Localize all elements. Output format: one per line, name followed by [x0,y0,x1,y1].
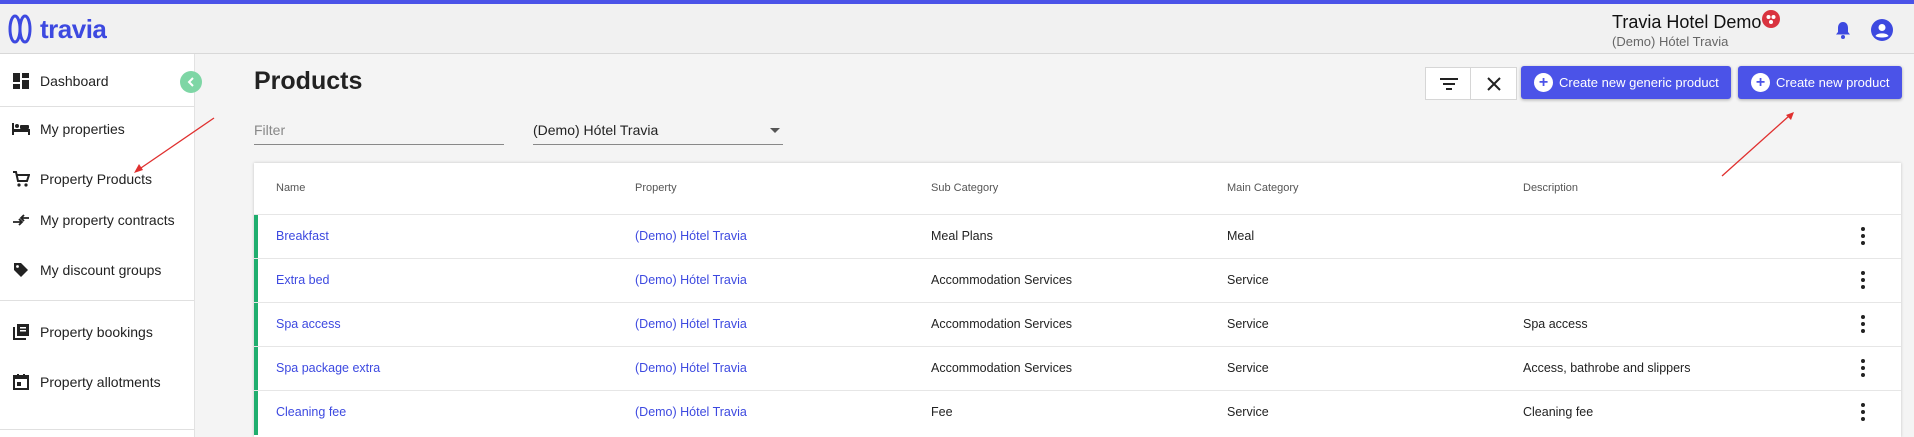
product-name-link[interactable]: Breakfast [276,229,329,243]
sidebar-item-dashboard[interactable]: Dashboard [0,66,194,96]
sidebar: Dashboard My properties Property Product… [0,54,195,437]
account-icon[interactable] [1870,18,1894,42]
products-table: Name Property Sub Category Main Category… [254,163,1901,437]
sidebar-item-property-contracts[interactable]: My property contracts [0,205,194,235]
table-row[interactable]: Spa access (Demo) Hótel Travia Accommoda… [254,302,1901,347]
tag-icon [11,260,31,280]
sub-category-cell: Accommodation Services [931,317,1073,331]
column-header-main-category[interactable]: Main Category [1227,182,1299,194]
logo-text: travia [40,13,107,44]
bell-icon[interactable] [1833,20,1853,40]
description-cell: Access, bathrobe and slippers [1523,361,1691,375]
sidebar-item-property-bookings[interactable]: Property bookings [0,317,194,347]
table-row[interactable]: Cleaning fee (Demo) Hótel Travia Fee Ser… [254,390,1901,435]
swap-icon [11,210,31,230]
column-header-description[interactable]: Description [1523,182,1578,194]
sidebar-item-property-products[interactable]: Property Products [0,164,194,194]
property-link[interactable]: (Demo) Hótel Travia [635,361,747,375]
filter-placeholder: Filter [254,122,286,138]
property-link[interactable]: (Demo) Hótel Travia [635,229,747,243]
property-select[interactable]: (Demo) Hótel Travia [533,118,783,145]
row-accent [254,215,258,259]
more-vert-icon[interactable] [1860,359,1866,377]
chevron-left-icon [187,77,194,87]
hotel-name: Travia Hotel Demo [1612,12,1762,32]
row-accent [254,259,258,303]
travia-logo-icon [8,14,32,44]
product-name-link[interactable]: Spa access [276,317,341,331]
table-row[interactable]: Spa package extra (Demo) Hótel Travia Ac… [254,346,1901,391]
product-name-link[interactable]: Spa package extra [276,361,380,375]
calendar-icon [11,372,31,392]
add-circle-icon: + [1534,73,1553,92]
sub-category-cell: Meal Plans [931,229,993,243]
sub-category-cell: Accommodation Services [931,361,1073,375]
sidebar-item-my-properties[interactable]: My properties [0,114,194,144]
more-vert-icon[interactable] [1860,227,1866,245]
sidebar-item-label: My properties [40,121,125,137]
hotel-badge-icon [1762,10,1780,28]
create-product-button[interactable]: + Create new product [1738,66,1902,99]
main-category-cell: Service [1227,317,1269,331]
create-product-label: Create new product [1776,75,1890,90]
main-category-cell: Service [1227,405,1269,419]
sidebar-divider [0,300,194,301]
library-icon [11,322,31,342]
close-icon [1486,76,1501,91]
sidebar-item-label: Property bookings [40,324,153,340]
filter-list-icon [1439,77,1458,90]
column-header-sub-category[interactable]: Sub Category [931,182,998,194]
product-name-link[interactable]: Extra bed [276,273,330,287]
table-row[interactable]: Breakfast (Demo) Hótel Travia Meal Plans… [254,214,1901,259]
sub-category-cell: Accommodation Services [931,273,1073,287]
more-vert-icon[interactable] [1860,315,1866,333]
product-name-link[interactable]: Cleaning fee [276,405,346,419]
description-cell: Cleaning fee [1523,405,1594,419]
annotation-arrowhead-create [1786,112,1794,120]
main-category-cell: Service [1227,361,1269,375]
filter-button[interactable] [1425,67,1472,100]
more-vert-icon[interactable] [1860,403,1866,421]
filter-input[interactable]: Filter [254,118,504,145]
create-generic-product-label: Create new generic product [1559,75,1719,90]
page-title: Products [254,67,363,95]
sidebar-divider [0,429,194,430]
sidebar-item-property-allotments[interactable]: Property allotments [0,367,194,397]
more-vert-icon[interactable] [1860,271,1866,289]
sidebar-item-discount-groups[interactable]: My discount groups [0,255,194,285]
sub-category-cell: Fee [931,405,953,419]
sidebar-item-label: My discount groups [40,262,162,278]
top-header: travia Travia Hotel Demo (Demo) Hótel Tr… [0,4,1914,54]
sidebar-item-label: Property allotments [40,374,161,390]
property-link[interactable]: (Demo) Hótel Travia [635,273,747,287]
property-select-value: (Demo) Hótel Travia [533,122,659,138]
column-header-property[interactable]: Property [635,182,677,194]
main-category-cell: Meal [1227,229,1255,243]
sidebar-item-label: My property contracts [40,212,175,228]
dashboard-icon [11,71,31,91]
column-header-name[interactable]: Name [276,182,305,194]
property-link[interactable]: (Demo) Hótel Travia [635,317,747,331]
hotel-switcher[interactable]: Travia Hotel Demo (Demo) Hótel Travia [1612,12,1761,49]
table-row[interactable]: Extra bed (Demo) Hótel Travia Accommodat… [254,258,1901,303]
caret-down-icon [770,128,780,133]
row-accent [254,391,258,435]
row-accent [254,347,258,391]
create-generic-product-button[interactable]: + Create new generic product [1521,66,1731,99]
bed-icon [11,119,31,139]
add-circle-icon: + [1751,73,1770,92]
row-accent [254,303,258,347]
property-link[interactable]: (Demo) Hótel Travia [635,405,747,419]
description-cell: Spa access [1523,317,1588,331]
cart-icon [11,169,31,189]
travia-logo[interactable]: travia [8,10,107,48]
sidebar-divider [0,106,194,107]
sidebar-collapse-button[interactable] [180,71,202,93]
sidebar-item-label: Property Products [40,171,153,187]
sidebar-item-label: Dashboard [40,73,109,89]
main-category-cell: Service [1227,273,1269,287]
clear-filter-button[interactable] [1470,67,1517,100]
hotel-property: (Demo) Hótel Travia [1612,34,1729,49]
